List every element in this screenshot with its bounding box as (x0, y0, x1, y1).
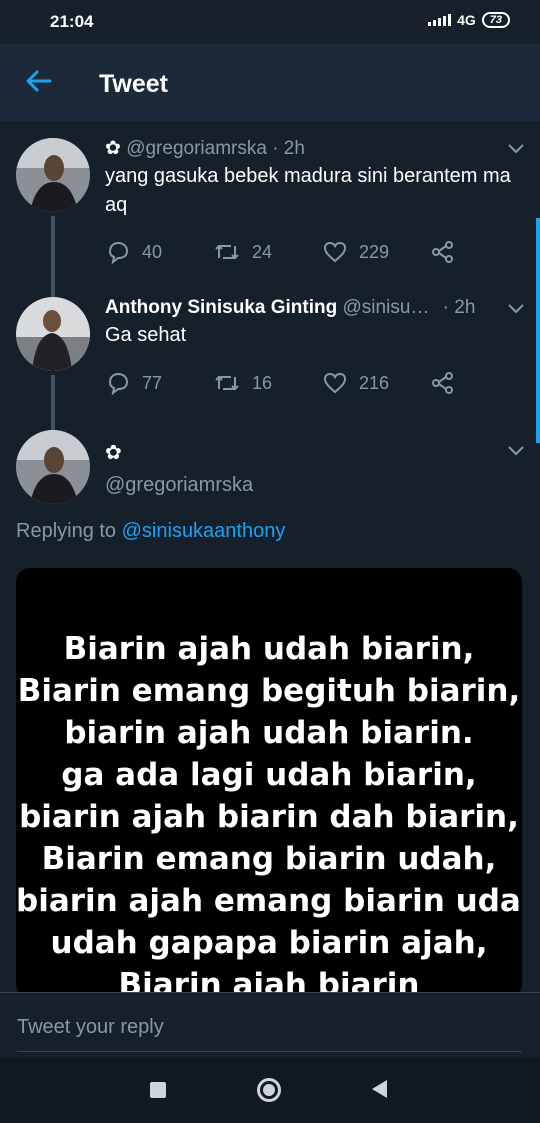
status-icons: 4G 73 (428, 12, 510, 28)
thread-line (51, 216, 55, 287)
signal-icon (428, 14, 452, 26)
page-title: Tweet (99, 70, 168, 98)
image-text-line: biarin ajah biarin dah biarin, (19, 799, 519, 835)
replying-prefix: Replying to (16, 520, 122, 542)
tweet-3-focused[interactable]: ✿ @gregoriamrska (0, 422, 540, 522)
image-text-line: biarin ajah udah biarin. (64, 715, 474, 751)
tweet-meta: Anthony Sinisuka Ginting @sinisu… · 2h (105, 297, 475, 319)
reply-button[interactable]: 40 (106, 240, 162, 264)
tweet-actions: 77 16 216 (106, 371, 466, 401)
status-bar: 21:04 4G 73 (0, 0, 540, 44)
chevron-down-icon[interactable] (508, 304, 524, 314)
home-icon[interactable] (257, 1078, 281, 1102)
thread-line (51, 375, 55, 422)
heart-icon (323, 372, 347, 394)
replying-handle[interactable]: @sinisukaanthony (122, 520, 286, 542)
scrollbar[interactable] (536, 218, 540, 443)
tweet-2[interactable]: Anthony Sinisuka Ginting @sinisu… · 2h G… (0, 287, 540, 422)
share-button[interactable] (431, 240, 455, 264)
retweet-icon (215, 244, 239, 260)
reply-input[interactable]: Tweet your reply (17, 993, 522, 1052)
status-time: 21:04 (50, 12, 94, 31)
image-text-line: Biarin ajah udah biarin, (63, 631, 475, 667)
tweet-handle[interactable]: @gregoriamrska (105, 474, 253, 497)
top-bar: Tweet (0, 44, 540, 123)
image-text: Biarin ajah udah biarin, Biarin emang be… (16, 628, 522, 998)
retweet-button[interactable]: 24 (214, 240, 272, 264)
like-count: 216 (359, 372, 390, 393)
network-label: 4G (457, 12, 476, 28)
thread-line (51, 422, 55, 430)
tweet-text: yang gasuka bebek madura sini berantem m… (105, 165, 511, 216)
tweet-time: · 2h (442, 297, 476, 318)
avatar[interactable] (16, 297, 90, 371)
chevron-down-icon[interactable] (508, 144, 524, 154)
system-nav-bar (0, 1058, 540, 1123)
image-text-line: ga ada lagi udah biarin, (61, 757, 477, 793)
reply-count: 40 (142, 241, 163, 262)
share-button[interactable] (431, 371, 455, 395)
reply-bar: Tweet your reply (0, 992, 540, 1059)
tweet-1[interactable]: ✿ @gregoriamrska · 2h yang gasuka bebek … (0, 122, 540, 287)
back-arrow-icon[interactable] (24, 66, 54, 96)
battery-icon: 73 (481, 12, 510, 28)
tweet-actions: 40 24 229 (106, 240, 466, 270)
tweet-image[interactable]: Biarin ajah udah biarin, Biarin emang be… (16, 568, 522, 998)
like-button[interactable]: 216 (323, 371, 389, 395)
image-text-line: Biarin emang begituh biarin, (17, 673, 521, 709)
image-text-line: biarin ajah emang biarin udah, (16, 883, 522, 919)
retweet-icon (215, 375, 239, 391)
tweet-handle[interactable]: @gregoriamrska (126, 138, 267, 159)
reply-count: 77 (142, 372, 163, 393)
flower-icon: ✿ (105, 442, 122, 464)
replying-to: Replying to @sinisukaanthony (16, 520, 285, 543)
reply-icon (108, 241, 129, 264)
thread-line (51, 287, 55, 297)
back-icon[interactable] (372, 1080, 387, 1098)
avatar[interactable] (16, 430, 90, 504)
tweet-meta: ✿ @gregoriamrska · 2h (105, 138, 305, 159)
like-count: 229 (359, 241, 390, 262)
image-text-line: Biarin emang biarin udah, (41, 841, 497, 877)
tweet-text: Ga sehat (105, 324, 187, 346)
retweet-count: 24 (252, 241, 273, 262)
recents-icon[interactable] (150, 1082, 166, 1098)
retweet-count: 16 (252, 372, 273, 393)
reply-icon (108, 372, 129, 395)
avatar[interactable] (16, 138, 90, 212)
heart-icon (323, 241, 347, 263)
share-icon (432, 372, 453, 394)
share-icon (432, 241, 453, 263)
tweet-time: · 2h (272, 138, 305, 159)
chevron-down-icon[interactable] (508, 446, 524, 456)
retweet-button[interactable]: 16 (214, 371, 272, 395)
tweet-author-name[interactable]: Anthony Sinisuka Ginting (105, 297, 337, 318)
tweet-handle[interactable]: @sinisu… (343, 297, 430, 318)
reply-button[interactable]: 77 (106, 371, 162, 395)
image-text-line: udah gapapa biarin ajah, (50, 925, 488, 961)
like-button[interactable]: 229 (323, 240, 389, 264)
